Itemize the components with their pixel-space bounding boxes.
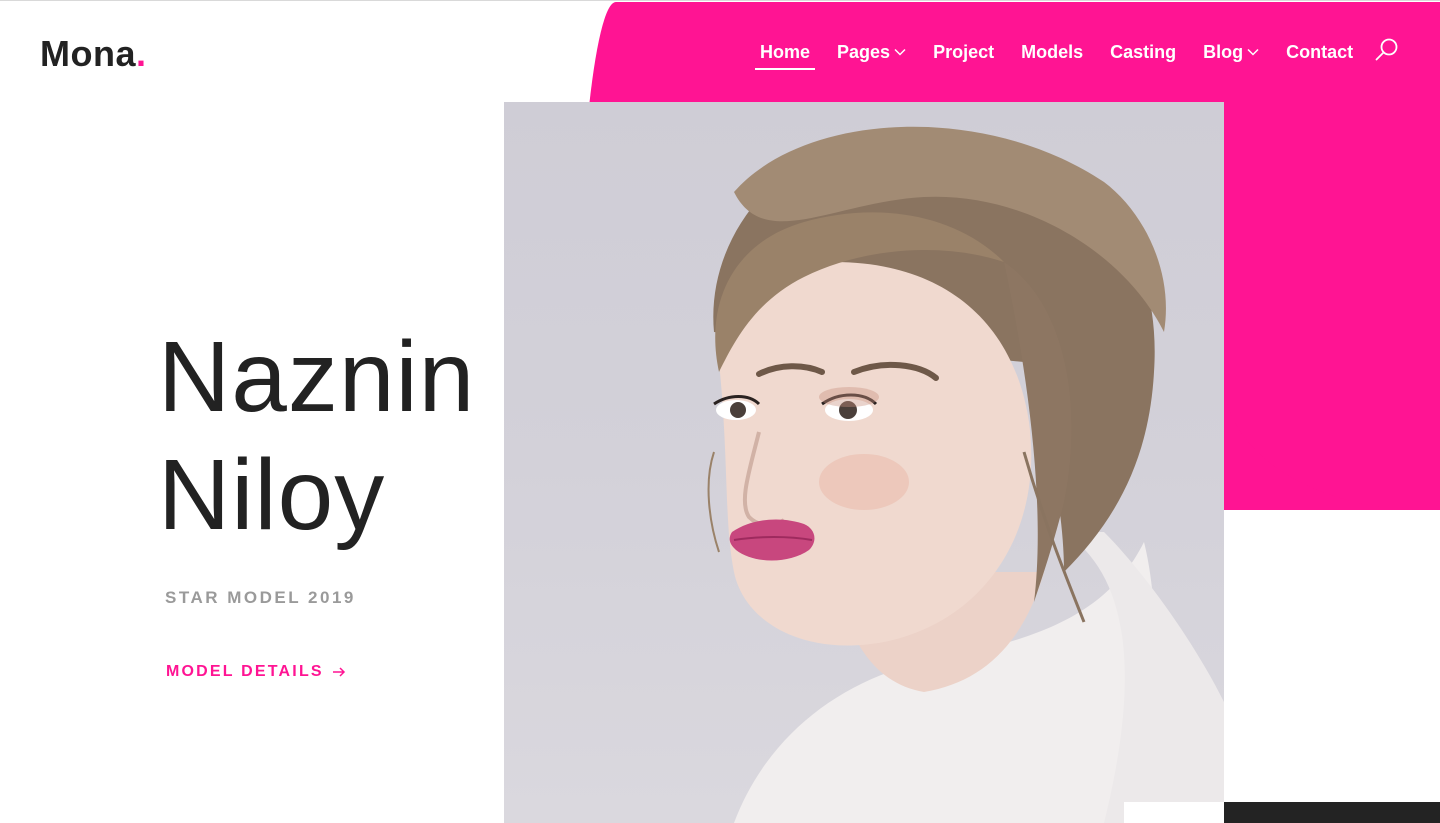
logo-text: Mona: [40, 33, 136, 74]
chevron-down-icon: [894, 48, 906, 56]
dark-accent-block: [1224, 802, 1440, 823]
main-navigation: Home Pages Project Models Casting Blog C…: [754, 30, 1380, 74]
nav-item-home[interactable]: Home: [754, 30, 816, 74]
nav-label: Models: [1021, 41, 1084, 62]
chevron-down-icon: [1247, 48, 1259, 56]
model-details-label: MODEL DETAILS: [166, 663, 324, 680]
nav-item-pages[interactable]: Pages: [837, 30, 906, 74]
hero-last-name: Niloy: [158, 439, 386, 551]
model-portrait-illustration: [707, 126, 1224, 823]
nav-label: Pages: [837, 41, 891, 62]
nav-item-models[interactable]: Models: [1021, 30, 1083, 74]
hero-first-name: Naznin: [158, 321, 476, 433]
top-border: [0, 0, 1440, 1]
site-logo[interactable]: Mona.: [40, 32, 147, 76]
nav-item-casting[interactable]: Casting: [1110, 30, 1176, 74]
hero-model-photo: [504, 102, 1224, 823]
nav-label: Project: [933, 41, 995, 62]
logo-dot: .: [136, 33, 147, 74]
hero-title: Naznin Niloy: [158, 318, 475, 554]
search-button[interactable]: [1374, 37, 1400, 63]
arrow-right-icon: [332, 667, 345, 677]
nav-item-blog[interactable]: Blog: [1203, 30, 1259, 74]
nav-label: Home: [760, 41, 811, 62]
photo-corner-white: [1124, 802, 1224, 823]
model-details-link[interactable]: MODEL DETAILS: [166, 663, 346, 681]
search-icon: [1375, 38, 1398, 61]
nav-item-project[interactable]: Project: [933, 30, 994, 74]
nav-label: Contact: [1286, 41, 1354, 62]
nav-item-contact[interactable]: Contact: [1286, 30, 1353, 74]
hero-subtitle: STAR MODEL 2019: [165, 588, 356, 607]
nav-label: Blog: [1203, 41, 1244, 62]
nav-label: Casting: [1110, 41, 1177, 62]
